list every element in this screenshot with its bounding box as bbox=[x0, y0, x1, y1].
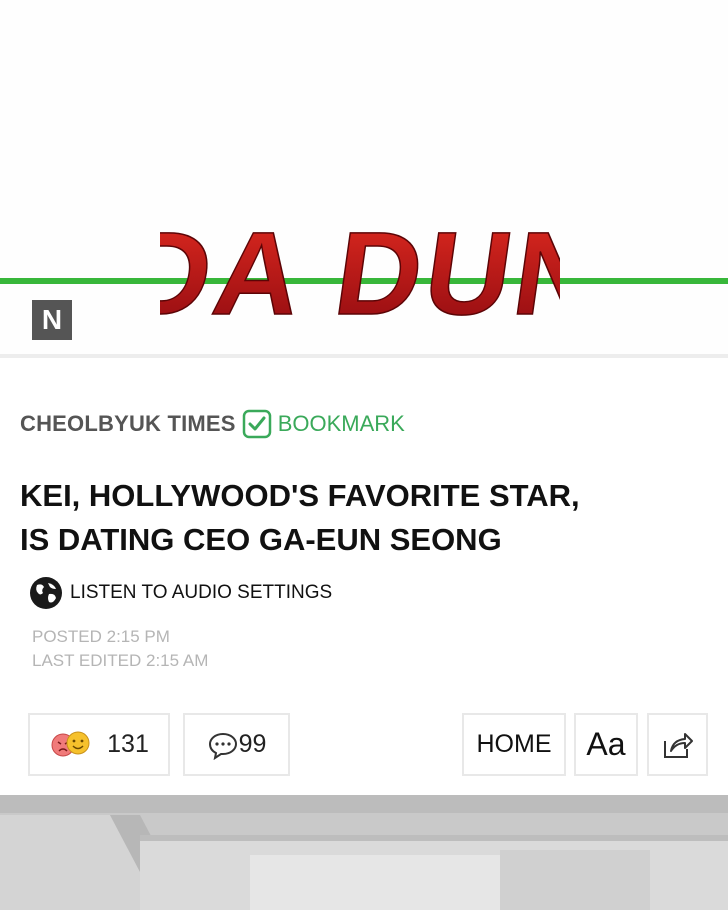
edited-time: LAST EDITED 2:15 AM bbox=[32, 651, 209, 670]
comic-panel-background bbox=[0, 795, 728, 910]
reactions-count: 131 bbox=[107, 730, 149, 758]
globe-icon bbox=[30, 577, 62, 609]
share-icon bbox=[663, 732, 693, 758]
font-size-label: Aa bbox=[586, 726, 626, 762]
audio-settings-label: LISTEN TO AUDIO SETTINGS bbox=[70, 582, 333, 603]
n-badge: N bbox=[32, 300, 72, 340]
headline-line-2: IS DATING CEO GA-EUN SEONG bbox=[20, 522, 502, 557]
posted-time: POSTED 2:15 PM bbox=[32, 627, 170, 646]
logo-text: DA DUN bbox=[160, 209, 560, 340]
reactions-button[interactable]: 131 bbox=[28, 713, 170, 776]
bookmark-link[interactable]: BOOKMARK bbox=[278, 411, 405, 437]
publisher-name: CHEOLBYUK TIMES bbox=[20, 411, 236, 436]
checkbox-icon[interactable] bbox=[242, 409, 272, 439]
reaction-faces-icon bbox=[51, 731, 90, 756]
comment-bubble-icon bbox=[208, 732, 237, 760]
audio-settings[interactable]: LISTEN TO AUDIO SETTINGS bbox=[28, 574, 332, 612]
article-headline: KEI, HOLLYWOOD'S FAVORITE STAR, IS DATIN… bbox=[20, 474, 710, 562]
logo: DA DUN bbox=[160, 208, 560, 341]
home-button[interactable]: HOME bbox=[462, 713, 566, 776]
comments-count: 99 bbox=[238, 730, 267, 758]
headline-line-1: KEI, HOLLYWOOD'S FAVORITE STAR, bbox=[20, 478, 580, 513]
publisher-row: CHEOLBYUK TIMES BOOKMARK bbox=[20, 406, 405, 442]
home-label: HOME bbox=[476, 730, 552, 758]
masthead: N DA DUN bbox=[0, 0, 728, 358]
font-size-button[interactable]: Aa bbox=[574, 713, 638, 776]
article-meta: POSTED 2:15 PM LAST EDITED 2:15 AM bbox=[32, 625, 208, 673]
masthead-divider bbox=[0, 354, 728, 358]
comments-button[interactable]: 99 bbox=[183, 713, 290, 776]
share-button[interactable] bbox=[647, 713, 708, 776]
